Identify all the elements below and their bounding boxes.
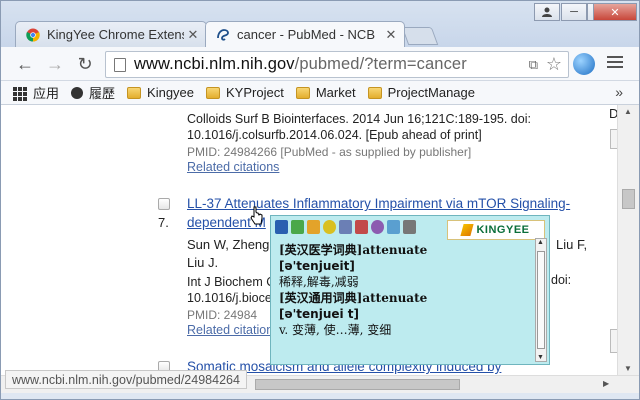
bookmark-folder-kyproject[interactable]: KYProject (206, 85, 284, 100)
bookmark-apps[interactable]: 应用 (13, 83, 59, 102)
pmid-text: PMID: 24984266 [PubMed - as supplied by … (187, 145, 472, 159)
related-citations-link[interactable]: Related citation (187, 323, 273, 337)
sidebar-button[interactable] (610, 329, 617, 353)
result-checkbox[interactable] (158, 198, 170, 210)
tab-close-icon[interactable]: ✕ (382, 27, 400, 43)
tab-title: cancer - PubMed - NCB (237, 27, 375, 42)
dictionary-content: [英汉医学词典]attenuate [ə'tenjueit] 稀释,解毒,减弱 … (279, 242, 533, 338)
scroll-right-icon[interactable]: ▶ (603, 379, 609, 388)
close-button[interactable]: ✕ (593, 3, 637, 21)
search-icon[interactable] (307, 220, 320, 234)
back-icon[interactable]: ← (13, 53, 37, 75)
chrome-icon (26, 28, 40, 42)
dictionary-entry-header: [英汉通用词典]attenuate (279, 291, 428, 305)
translate-icon[interactable]: ⧉ (529, 57, 538, 73)
kingyee-logo: KINGYEE (447, 220, 545, 240)
sidebar-fragment: D (609, 106, 617, 121)
book-icon[interactable] (339, 220, 352, 234)
settings-icon[interactable] (371, 220, 384, 234)
authors-text: Liu F, (556, 237, 588, 252)
copy-icon[interactable] (291, 220, 304, 234)
apps-grid-icon (13, 86, 27, 101)
minimize-button[interactable]: ─ (561, 3, 587, 21)
scroll-down-icon[interactable]: ▼ (624, 364, 632, 373)
user-icon (542, 7, 552, 17)
kingyee-logo-mark (460, 224, 475, 236)
page-icon (114, 57, 126, 72)
bookmark-history[interactable]: 履歷 (71, 83, 115, 102)
vertical-scrollbar[interactable]: ▲ ▼ (617, 105, 639, 375)
definition-text: 稀释,解毒,减弱 (279, 275, 359, 289)
sidebar-button[interactable] (610, 129, 617, 149)
citation-line: 10.1016/j.bioce (187, 291, 272, 305)
grid-icon[interactable] (403, 220, 416, 234)
result-title-link[interactable]: LL-37 Attenuates Inflammatory Impairment… (187, 196, 570, 211)
related-citations-link[interactable]: Related citations (187, 160, 279, 174)
citation-line: doi: (551, 273, 572, 287)
window-close-wrap: ✕ (593, 3, 637, 23)
phonetic-text: [ə'tenjuei t] (279, 307, 360, 321)
pmid-text: PMID: 24984 (187, 308, 258, 322)
authors-text: Liu J. (187, 255, 219, 270)
browser-toolbar: ← → ↻ www.ncbi.nlm.nih.gov/pubmed/?term=… (1, 47, 639, 81)
folder-icon (295, 86, 310, 99)
scroll-up-icon[interactable]: ▲ (624, 107, 632, 116)
help-icon[interactable] (387, 220, 400, 234)
scroll-thumb[interactable] (537, 251, 545, 349)
citation-line: Int J Biochem C (187, 275, 276, 289)
bookmark-star-icon[interactable]: ☆ (546, 54, 562, 75)
history-icon (71, 86, 84, 99)
new-tab-button[interactable] (401, 27, 439, 45)
definition-text: v. 变薄, 使…薄, 变细 (279, 323, 392, 337)
scroll-up-icon[interactable]: ▲ (537, 239, 544, 246)
dictionary-entry-header: [英汉医学词典]attenuate (279, 243, 428, 257)
phonetic-text: [ə'tenjueit] (279, 259, 355, 273)
address-bar[interactable]: www.ncbi.nlm.nih.gov/pubmed/?term=cancer… (105, 51, 569, 78)
forward-icon[interactable]: → (43, 53, 67, 75)
authors-text: Sun W, Zheng (187, 237, 270, 252)
tab-strip: KingYee Chrome Extens ✕ cancer - PubMed … (1, 1, 639, 47)
extension-globe-icon[interactable] (573, 53, 595, 75)
url-text[interactable]: www.ncbi.nlm.nih.gov/pubmed/?term=cancer (134, 55, 467, 74)
chrome-menu-icon[interactable] (607, 56, 623, 71)
bookmark-folder-market[interactable]: Market (295, 85, 356, 100)
bookmark-folder-kingyee[interactable]: Kingyee (127, 85, 194, 100)
bookmark-folder-projectmanage[interactable]: ProjectManage (367, 85, 475, 100)
popup-scrollbar[interactable]: ▲ ▼ (535, 238, 547, 362)
mouse-cursor-icon (250, 206, 263, 225)
reload-icon[interactable]: ↻ (73, 53, 97, 75)
citation-line: Colloids Surf B Biointerfaces. 2014 Jun … (187, 112, 531, 126)
folder-icon (127, 86, 142, 99)
brush-icon[interactable] (355, 220, 368, 234)
folder-icon (206, 86, 221, 99)
tab-pubmed-cancer[interactable]: cancer - PubMed - NCB ✕ (205, 21, 405, 47)
scroll-down-icon[interactable]: ▼ (537, 354, 544, 361)
scroll-thumb[interactable] (255, 379, 460, 390)
bookmarks-bar: 应用 履歷 Kingyee KYProject Market ProjectMa… (1, 81, 639, 105)
browser-window: KingYee Chrome Extens ✕ cancer - PubMed … (0, 0, 640, 400)
result-number: 7. (158, 215, 169, 230)
tab-close-icon[interactable]: ✕ (184, 27, 202, 43)
popup-toolbar (275, 220, 416, 238)
kingyee-dictionary-popup: KINGYEE [英汉医学词典]attenuate [ə'tenjueit] 稀… (270, 215, 550, 365)
user-profile-button[interactable] (534, 3, 560, 21)
citation-line: 10.1016/j.colsurfb.2014.06.024. [Epub ah… (187, 128, 482, 142)
folder-icon (367, 86, 382, 99)
pin-icon[interactable] (275, 220, 288, 234)
scroll-thumb[interactable] (622, 189, 635, 209)
status-bar-url: www.ncbi.nlm.nih.gov/pubmed/24984264 (5, 370, 247, 389)
ncbi-icon (217, 28, 229, 41)
bookmarks-overflow-button[interactable]: » (615, 84, 623, 100)
speaker-icon[interactable] (323, 220, 336, 234)
tab-kingyee-extension[interactable]: KingYee Chrome Extens ✕ (15, 21, 207, 47)
tab-title: KingYee Chrome Extens (47, 27, 184, 42)
